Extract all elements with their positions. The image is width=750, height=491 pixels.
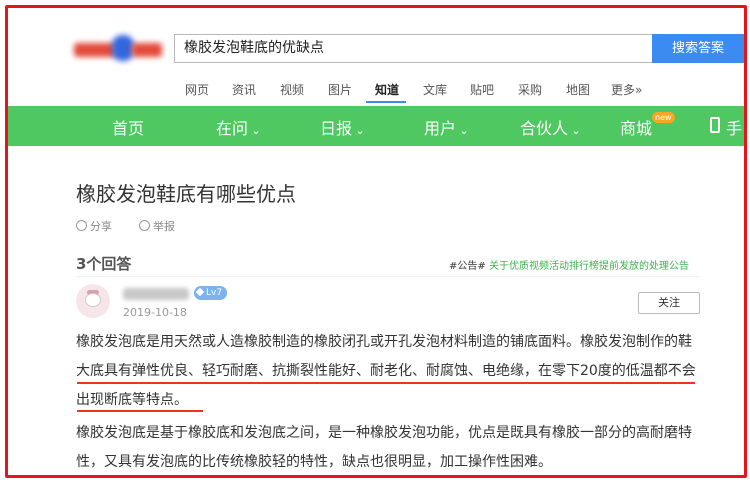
chevron-down-icon: ⌄ [456,124,469,137]
level-badge: Lv7 [194,286,228,300]
search-button[interactable]: 搜索答案 [652,34,744,63]
active-tab-underline [366,101,406,103]
zhidao-nav-bar: 首页 在问 ⌄ 日报 ⌄ 用户 ⌄ 合伙人 ⌄ 商城 new 手 [8,106,744,146]
divider [76,276,700,277]
red-underline [77,382,695,384]
search-input[interactable]: 橡胶发泡鞋底的优缺点 [174,34,652,63]
tab-zhidao[interactable]: 知道 [375,81,399,98]
report-link[interactable]: 举报 [139,218,175,234]
tab-video[interactable]: 视频 [280,81,304,98]
share-link[interactable]: 分享 [76,218,112,234]
answer-date: 2019-10-18 [123,306,187,319]
announcement[interactable]: #公告# 关于优质视频活动排行榜提前发放的处理公告 [449,257,689,272]
top-bar: 橡胶发泡鞋底的优缺点 搜索答案 [8,8,744,80]
answer-paragraph-2: 橡胶发泡底是基于橡胶底和发泡底之间，是一种橡胶发泡功能，优点是既具有橡胶一部分的… [76,425,692,470]
tab-images[interactable]: 图片 [328,81,352,98]
question-title: 橡胶发泡鞋底有哪些优点 [76,182,296,206]
tab-map[interactable]: 地图 [566,81,590,98]
nav-partner[interactable]: 合伙人 ⌄ [520,115,581,139]
tab-purchase[interactable]: 采购 [518,81,542,98]
nav-user[interactable]: 用户 ⌄ [424,115,469,139]
nav-mobile[interactable]: 手 [726,115,742,139]
answer-paragraph-1: 橡胶发泡底是用天然或人造橡胶制造的橡胶闭孔或开孔发泡材料制造的铺底面料。橡胶发泡… [76,334,696,408]
username-blurred[interactable] [123,288,189,300]
baidu-logo[interactable] [74,35,164,65]
new-badge: new [652,112,675,123]
answer-count: 3个回答 [76,255,132,273]
tab-wenku[interactable]: 文库 [423,81,447,98]
search-tabs: 网页 资讯 视频 图片 知道 文库 贴吧 采购 地图 更多» [8,80,744,104]
chevron-down-icon: ⌄ [248,124,261,137]
avatar[interactable] [76,284,110,318]
tab-web[interactable]: 网页 [185,81,209,98]
chevron-down-icon: ⌄ [568,124,581,137]
tab-more[interactable]: 更多» [611,81,642,98]
nav-home[interactable]: 首页 [112,115,144,139]
tab-tieba[interactable]: 贴吧 [470,81,494,98]
nav-daily[interactable]: 日报 ⌄ [320,115,365,139]
nav-mall[interactable]: 商城 [620,115,652,139]
nav-ask[interactable]: 在问 ⌄ [216,115,261,139]
warning-icon [139,220,150,231]
chevron-down-icon: ⌄ [352,124,365,137]
tab-news[interactable]: 资讯 [232,81,256,98]
red-underline [77,410,203,412]
phone-icon[interactable] [710,117,720,133]
diamond-icon [195,287,205,297]
follow-button[interactable]: 关注 [638,292,700,314]
screenshot-frame: 橡胶发泡鞋底的优缺点 搜索答案 网页 资讯 视频 图片 知道 文库 贴吧 采购 … [5,5,747,478]
share-icon [76,220,87,231]
